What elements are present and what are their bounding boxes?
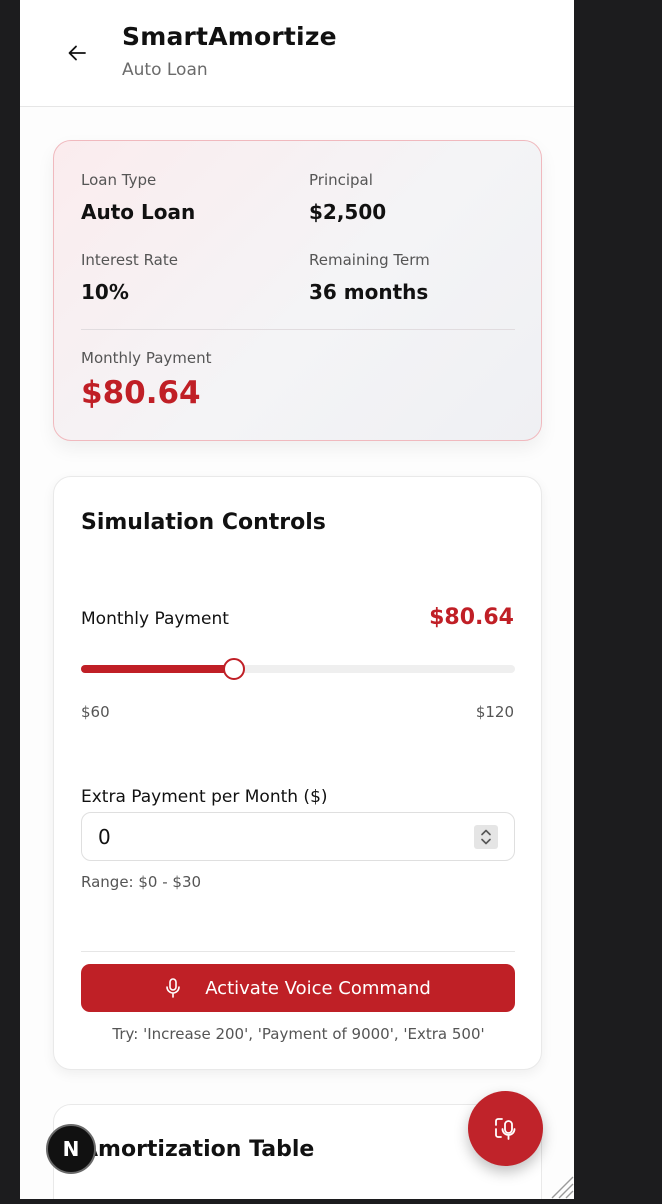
slider-fill [81, 665, 235, 673]
remaining-term-value: 36 months [309, 280, 429, 304]
monthly-payment-label: Monthly Payment [81, 349, 212, 367]
extra-payment-field[interactable] [81, 812, 515, 861]
extra-payment-input[interactable] [98, 821, 458, 853]
app-title: SmartAmortize [122, 22, 337, 51]
principal-label: Principal [309, 171, 373, 189]
activate-voice-command-button[interactable]: Activate Voice Command [81, 964, 515, 1012]
slider-max-label: $120 [475, 703, 514, 721]
principal-value: $2,500 [309, 200, 387, 224]
slider-thumb[interactable] [223, 658, 246, 680]
interest-rate-label: Interest Rate [81, 251, 178, 269]
amortization-title: Amortization Table [81, 1137, 315, 1162]
simulation-divider [81, 951, 515, 952]
extra-payment-range: Range: $0 - $30 [81, 873, 202, 891]
voice-assistant-icon [494, 1117, 515, 1140]
loan-summary-card: Loan Type Auto Loan Principal $2,500 Int… [53, 140, 542, 441]
monthly-payment-slider[interactable] [81, 658, 515, 680]
resize-grip-icon[interactable] [546, 1171, 574, 1199]
slider-min-label: $60 [81, 703, 110, 721]
app-frame: SmartAmortize Auto Loan Loan Type Auto L… [20, 0, 574, 1199]
interest-rate-value: 10% [81, 280, 129, 304]
voice-assistant-fab[interactable] [468, 1091, 543, 1166]
next-dev-badge[interactable]: N [46, 1124, 96, 1174]
extra-payment-stepper[interactable] [474, 825, 498, 849]
microphone-icon [166, 978, 180, 998]
voice-command-hint: Try: 'Increase 200', 'Payment of 9000', … [112, 1025, 485, 1043]
loan-type-label: Loan Type [81, 171, 157, 189]
slider-label: Monthly Payment [81, 609, 229, 629]
voice-button-label: Activate Voice Command [205, 977, 431, 999]
remaining-term-label: Remaining Term [309, 251, 430, 269]
back-button[interactable] [62, 38, 92, 68]
app-header: SmartAmortize Auto Loan [20, 0, 574, 107]
simulation-controls-card: Simulation Controls Monthly Payment $80.… [53, 476, 542, 1070]
extra-payment-label: Extra Payment per Month ($) [81, 787, 328, 807]
app-subtitle: Auto Loan [122, 60, 208, 80]
summary-divider [81, 329, 515, 330]
monthly-payment-value: $80.64 [81, 375, 201, 411]
simulation-title: Simulation Controls [81, 510, 326, 535]
loan-type-value: Auto Loan [81, 200, 196, 224]
slider-value: $80.64 [429, 605, 514, 630]
stepper-arrows-icon [481, 829, 491, 845]
arrow-left-icon [68, 45, 86, 61]
